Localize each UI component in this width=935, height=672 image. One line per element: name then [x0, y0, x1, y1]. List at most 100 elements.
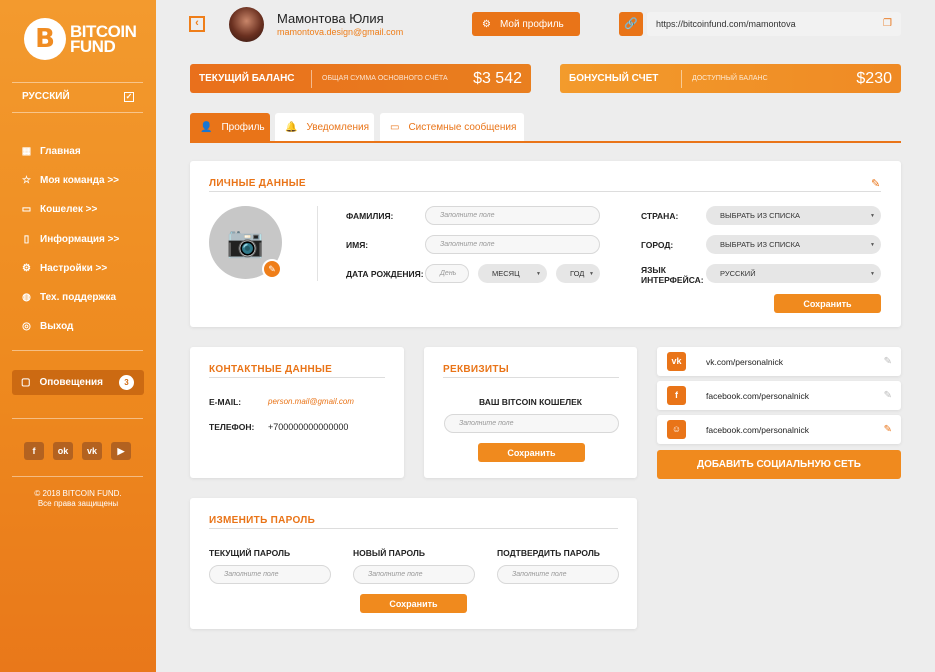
- new-password-input[interactable]: Заполните поле: [353, 565, 475, 584]
- language-label: РУССКИЙ: [22, 91, 70, 102]
- tab-system-messages[interactable]: ▭ Системные сообщения: [380, 113, 524, 142]
- current-balance-bar: ТЕКУЩИЙ БАЛАНС ОБЩАЯ СУММА ОСНОВНОГО СЧЁ…: [190, 64, 531, 93]
- referral-link-field[interactable]: https://bitcoinfund.com/mamontova ❐: [647, 12, 901, 36]
- chevron-down-icon: ▼: [589, 270, 594, 277]
- logo[interactable]: B BITCOIN FUND: [24, 18, 137, 60]
- name-input[interactable]: Заполните поле: [425, 235, 600, 254]
- sidebar-item-home[interactable]: ▦ Главная: [21, 137, 119, 166]
- interface-language-value: РУССКИЙ: [720, 269, 756, 278]
- divider: [209, 377, 385, 378]
- bell-icon: 🔔: [285, 122, 298, 133]
- current-password-placeholder: Заполните поле: [224, 571, 279, 578]
- user-name: Мамонтова Юлия: [277, 11, 384, 26]
- current-balance-sub: ОБЩАЯ СУММА ОСНОВНОГО СЧЁТА: [322, 75, 448, 82]
- edit-pencil-icon[interactable]: ✎: [884, 424, 892, 435]
- sidebar-item-team[interactable]: ☆ Моя команда >>: [21, 166, 119, 195]
- sidebar-item-support[interactable]: ◍ Тех. поддержка: [21, 283, 119, 312]
- my-profile-button[interactable]: ⚙ Мой профиль: [472, 12, 580, 36]
- sidebar-item-label: Кошелек >>: [40, 204, 98, 216]
- birth-day-input[interactable]: День: [425, 264, 469, 283]
- city-value: ВЫБРАТЬ ИЗ СПИСКА: [720, 240, 801, 249]
- social-link-url: facebook.com/personalnick: [706, 390, 810, 401]
- youtube-icon[interactable]: ▶: [111, 442, 131, 460]
- interface-language-label-line-1: ЯЗЫК: [641, 265, 666, 275]
- tab-profile[interactable]: 👤 Профиль: [190, 113, 270, 142]
- save-label: Сохранить: [507, 447, 556, 458]
- user-email: mamontova.design@gmail.com: [277, 27, 404, 37]
- save-password-button[interactable]: Сохранить: [360, 594, 467, 613]
- copy-icon[interactable]: ❐: [883, 18, 892, 29]
- gear-icon: ⚙: [482, 18, 491, 30]
- birth-year-select[interactable]: ГОД ▼: [556, 264, 600, 283]
- city-select[interactable]: ВЫБРАТЬ ИЗ СПИСКА ▼: [706, 235, 881, 254]
- interface-language-select[interactable]: РУССКИЙ ▼: [706, 264, 881, 283]
- bitcoin-logo-icon: B: [24, 18, 66, 60]
- social-links: f ok vk ▶: [24, 442, 131, 460]
- country-select[interactable]: ВЫБРАТЬ ИЗ СПИСКА ▼: [706, 206, 881, 225]
- logo-text: BITCOIN FUND: [70, 23, 137, 55]
- sidebar-item-label: Настройки >>: [40, 262, 108, 274]
- notifications-button[interactable]: ▢ Оповещения 3: [12, 370, 144, 395]
- social-link-row[interactable]: f facebook.com/personalnick ✎: [657, 381, 901, 410]
- social-link-url: facebook.com/personalnick: [706, 424, 810, 435]
- phone-value: +700000000000000: [268, 422, 349, 432]
- chevron-down-icon: ✓: [124, 91, 134, 102]
- message-icon: ▭: [390, 122, 400, 133]
- country-value: ВЫБРАТЬ ИЗ СПИСКА: [720, 211, 801, 220]
- edit-photo-icon[interactable]: ✎: [262, 259, 282, 279]
- divider: [209, 191, 881, 192]
- edit-pencil-icon[interactable]: ✎: [884, 390, 892, 401]
- save-requisites-button[interactable]: Сохранить: [478, 443, 585, 462]
- save-personal-button[interactable]: Сохранить: [774, 294, 881, 313]
- confirm-password-placeholder: Заполните поле: [512, 571, 567, 578]
- chevron-down-icon: ▼: [870, 270, 875, 277]
- sidebar: B BITCOIN FUND РУССКИЙ ✓ ▦ Главная ☆ Моя…: [0, 0, 156, 672]
- add-social-label: ДОБАВИТЬ СОЦИАЛЬНУЮ СЕТЬ: [697, 459, 861, 470]
- vk-icon[interactable]: vk: [82, 442, 102, 460]
- language-selector[interactable]: РУССКИЙ ✓: [22, 91, 134, 102]
- link-icon[interactable]: 🔗: [619, 12, 643, 36]
- gear-icon: ⚙: [22, 262, 31, 274]
- vk-icon: vk: [667, 352, 686, 371]
- contacts-title: КОНТАКТНЫЕ ДАННЫЕ: [209, 364, 333, 375]
- divider: [12, 476, 143, 477]
- surname-input[interactable]: Заполните поле: [425, 206, 600, 225]
- sidebar-item-info[interactable]: ▯ Информация >>: [21, 225, 120, 254]
- edit-pencil-icon[interactable]: ✎: [884, 356, 892, 367]
- divider: [209, 528, 618, 529]
- divider: [681, 69, 682, 88]
- sidebar-item-logout[interactable]: ◎ Выход: [21, 312, 119, 341]
- social-link-row[interactable]: ☺ facebook.com/personalnick ✎: [657, 415, 901, 444]
- new-password-placeholder: Заполните поле: [368, 571, 423, 578]
- facebook-icon: f: [667, 386, 686, 405]
- tab-underline: [190, 141, 901, 143]
- bitcoin-wallet-input[interactable]: Заполните поле: [444, 414, 619, 433]
- sidebar-item-settings[interactable]: ⚙ Настройки >>: [21, 254, 119, 283]
- tab-notifications[interactable]: 🔔 Уведомления: [275, 113, 374, 142]
- chat-icon: ☺: [667, 420, 686, 439]
- divider: [12, 418, 143, 419]
- avatar[interactable]: [229, 7, 264, 42]
- sidebar-item-label: Главная: [40, 146, 81, 158]
- birth-month-select[interactable]: МЕСЯЦ ▼: [478, 264, 547, 283]
- globe-icon: ◍: [22, 292, 31, 304]
- add-social-network-button[interactable]: ДОБАВИТЬ СОЦИАЛЬНУЮ СЕТЬ: [657, 450, 901, 479]
- social-link-row[interactable]: vk vk.com/personalnick ✎: [657, 347, 901, 376]
- confirm-password-input[interactable]: Заполните поле: [497, 565, 619, 584]
- divider: [317, 206, 318, 281]
- edit-pencil-icon[interactable]: ✎: [871, 177, 880, 190]
- sidebar-menu: ▦ Главная ☆ Моя команда >> ▭ Кошелек >> …: [21, 137, 120, 341]
- interface-language-label-line-2: ИНТЕРФЕЙСА:: [641, 275, 704, 285]
- facebook-icon[interactable]: f: [24, 442, 44, 460]
- current-password-input[interactable]: Заполните поле: [209, 565, 331, 584]
- new-password-label: НОВЫЙ ПАРОЛЬ: [353, 548, 425, 558]
- save-label: Сохранить: [389, 598, 438, 609]
- divider: [311, 69, 312, 88]
- my-profile-label: Мой профиль: [499, 18, 564, 30]
- back-button[interactable]: ‹: [189, 16, 205, 32]
- star-icon: ☆: [22, 175, 31, 187]
- sidebar-item-wallet[interactable]: ▭ Кошелек >>: [21, 195, 119, 224]
- current-balance-label: ТЕКУЩИЙ БАЛАНС: [199, 73, 295, 84]
- odnoklassniki-icon[interactable]: ok: [53, 442, 73, 460]
- phone-label: ТЕЛЕФОН:: [209, 422, 255, 432]
